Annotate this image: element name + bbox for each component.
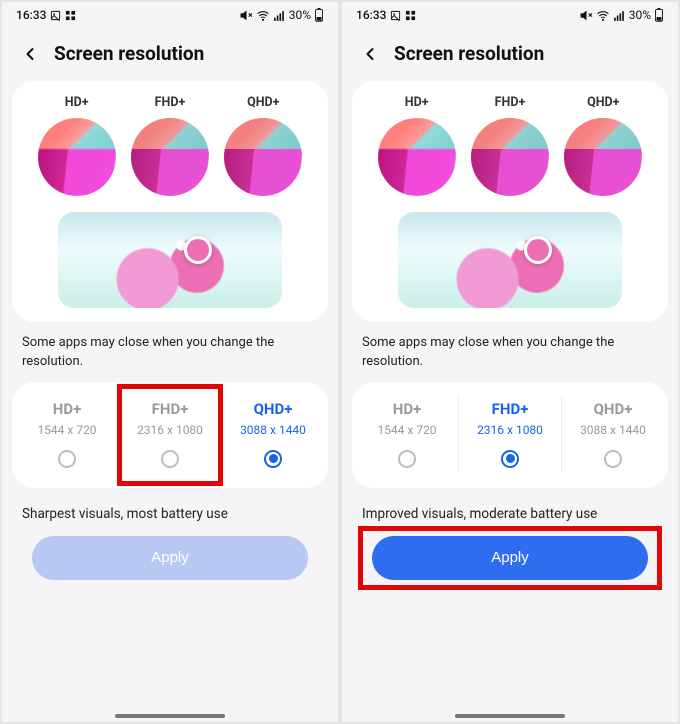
option-hd[interactable]: HD+ 1544 x 720: [356, 396, 458, 472]
preview-image: [58, 212, 282, 308]
thumb-image-fhd: [131, 118, 209, 196]
thumb-image-fhd: [471, 118, 549, 196]
option-sub: 2316 x 1080: [477, 423, 543, 437]
mute-icon: [240, 9, 253, 22]
radio-qhd[interactable]: [264, 450, 282, 468]
nav-handle[interactable]: [455, 714, 565, 718]
radio-hd[interactable]: [398, 450, 416, 468]
wifi-icon: [596, 9, 610, 22]
status-time: 16:33: [356, 8, 386, 22]
apply-wrap: Apply: [2, 532, 338, 584]
preview-image: [398, 212, 622, 308]
option-title: HD+: [53, 400, 82, 418]
gallery-icon: [390, 10, 401, 21]
grid-icon: [65, 10, 76, 21]
thumb-fhd[interactable]: FHD+: [467, 95, 553, 196]
phone-screen-left: 16:33 30% Screen resolution HD+ FHD+: [2, 2, 338, 722]
radio-qhd[interactable]: [604, 450, 622, 468]
option-sub: 3088 x 1440: [240, 423, 306, 437]
option-title: HD+: [393, 400, 422, 418]
battery-icon: [654, 8, 664, 22]
status-battery-pct: 30%: [629, 8, 651, 22]
preview-card: HD+ FHD+ QHD+: [352, 81, 668, 322]
battery-icon: [314, 8, 324, 22]
radio-fhd[interactable]: [501, 450, 519, 468]
preview-card: HD+ FHD+ QHD+: [12, 81, 328, 322]
resolution-options: HD+ 1544 x 720 FHD+ 2316 x 1080 QHD+ 308…: [352, 382, 668, 488]
option-title: FHD+: [152, 400, 189, 418]
signal-icon: [273, 9, 286, 22]
selection-desc: Sharpest visuals, most battery use: [2, 488, 338, 532]
note-text: Some apps may close when you change the …: [342, 334, 678, 382]
selection-desc: Improved visuals, moderate battery use: [342, 488, 678, 532]
radio-hd[interactable]: [58, 450, 76, 468]
option-fhd[interactable]: FHD+ 2316 x 1080: [118, 396, 221, 472]
status-bar: 16:33 30%: [342, 2, 678, 28]
thumb-label: HD+: [405, 95, 429, 110]
page-title: Screen resolution: [54, 42, 204, 65]
phone-screen-right: 16:33 30% Screen resolution HD+ FHD+: [342, 2, 678, 722]
option-qhd[interactable]: QHD+ 3088 x 1440: [221, 396, 324, 472]
option-hd[interactable]: HD+ 1544 x 720: [16, 396, 118, 472]
apply-button[interactable]: Apply: [32, 536, 308, 580]
thumb-image-hd: [38, 118, 116, 196]
option-sub: 1544 x 720: [37, 423, 96, 437]
option-title: FHD+: [492, 400, 529, 418]
thumb-hd[interactable]: HD+: [374, 95, 460, 196]
grid-icon: [405, 10, 416, 21]
radio-fhd[interactable]: [161, 450, 179, 468]
apply-button[interactable]: Apply: [372, 536, 648, 580]
page-header: Screen resolution: [342, 28, 678, 81]
thumb-label: FHD+: [155, 95, 186, 110]
note-text: Some apps may close when you change the …: [2, 334, 338, 382]
option-title: QHD+: [594, 400, 633, 418]
option-sub: 3088 x 1440: [580, 423, 646, 437]
mute-icon: [580, 9, 593, 22]
thumb-image-qhd: [224, 118, 302, 196]
status-time: 16:33: [16, 8, 46, 22]
back-icon[interactable]: [20, 44, 40, 64]
thumb-fhd[interactable]: FHD+: [127, 95, 213, 196]
thumb-qhd[interactable]: QHD+: [560, 95, 646, 196]
resolution-options: HD+ 1544 x 720 FHD+ 2316 x 1080 QHD+ 308…: [12, 382, 328, 488]
back-icon[interactable]: [360, 44, 380, 64]
thumb-hd[interactable]: HD+: [34, 95, 120, 196]
thumb-image-hd: [378, 118, 456, 196]
thumb-label: HD+: [65, 95, 89, 110]
page-title: Screen resolution: [394, 42, 544, 65]
option-sub: 1544 x 720: [377, 423, 436, 437]
option-title: QHD+: [254, 400, 293, 418]
apply-wrap: Apply: [342, 532, 678, 584]
thumb-label: QHD+: [247, 95, 279, 110]
option-fhd[interactable]: FHD+ 2316 x 1080: [458, 396, 561, 472]
status-battery-pct: 30%: [289, 8, 311, 22]
gallery-icon: [50, 10, 61, 21]
thumb-qhd[interactable]: QHD+: [220, 95, 306, 196]
status-bar: 16:33 30%: [2, 2, 338, 28]
option-qhd[interactable]: QHD+ 3088 x 1440: [561, 396, 664, 472]
wifi-icon: [256, 9, 270, 22]
thumb-label: FHD+: [495, 95, 526, 110]
page-header: Screen resolution: [2, 28, 338, 81]
thumb-image-qhd: [564, 118, 642, 196]
thumb-label: QHD+: [587, 95, 619, 110]
signal-icon: [613, 9, 626, 22]
nav-handle[interactable]: [115, 714, 225, 718]
option-sub: 2316 x 1080: [137, 423, 203, 437]
